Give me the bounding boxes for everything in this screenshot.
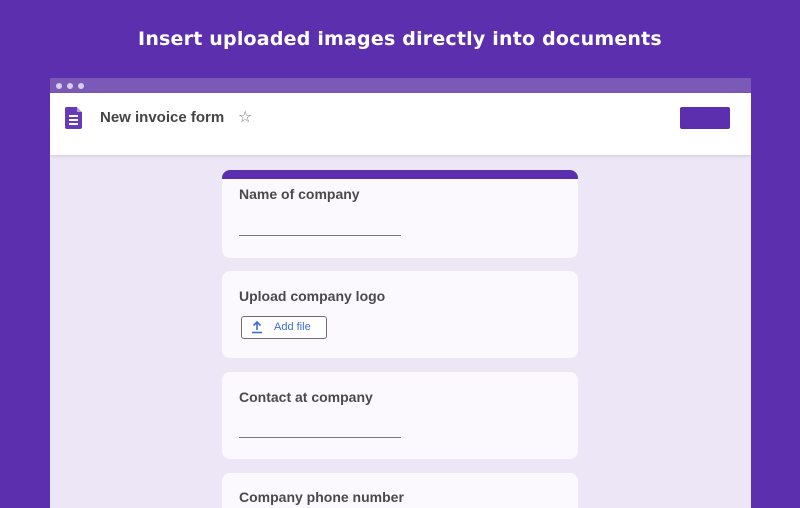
window-dot-close[interactable]: [56, 83, 62, 89]
answer-field[interactable]: [239, 437, 401, 438]
window-titlebar: [50, 78, 751, 93]
star-icon[interactable]: ☆: [238, 107, 252, 127]
form-title[interactable]: New invoice form: [100, 109, 224, 126]
question-title: Contact at company: [239, 389, 373, 405]
forms-icon[interactable]: [65, 107, 82, 129]
app-header: New invoice form ☆: [50, 93, 751, 155]
add-file-button[interactable]: Add file: [241, 316, 327, 339]
window-dot-minimize[interactable]: [67, 83, 73, 89]
question-card-company-name: Name of company: [222, 170, 578, 258]
question-card-phone: Company phone number: [222, 473, 578, 508]
browser-window: New invoice form ☆ Name of company Uploa…: [50, 78, 751, 508]
question-card-logo-upload: Upload company logo Add file: [222, 271, 578, 358]
send-button[interactable]: [680, 107, 730, 129]
question-title: Upload company logo: [239, 288, 386, 304]
marketing-headline: Insert uploaded images directly into doc…: [138, 28, 662, 50]
question-card-contact: Contact at company: [222, 372, 578, 459]
question-title: Name of company: [239, 186, 360, 202]
question-title: Company phone number: [239, 489, 404, 505]
add-file-label: Add file: [274, 321, 311, 333]
answer-field[interactable]: [239, 235, 401, 236]
window-dot-maximize[interactable]: [78, 83, 84, 89]
upload-icon: [252, 320, 262, 334]
